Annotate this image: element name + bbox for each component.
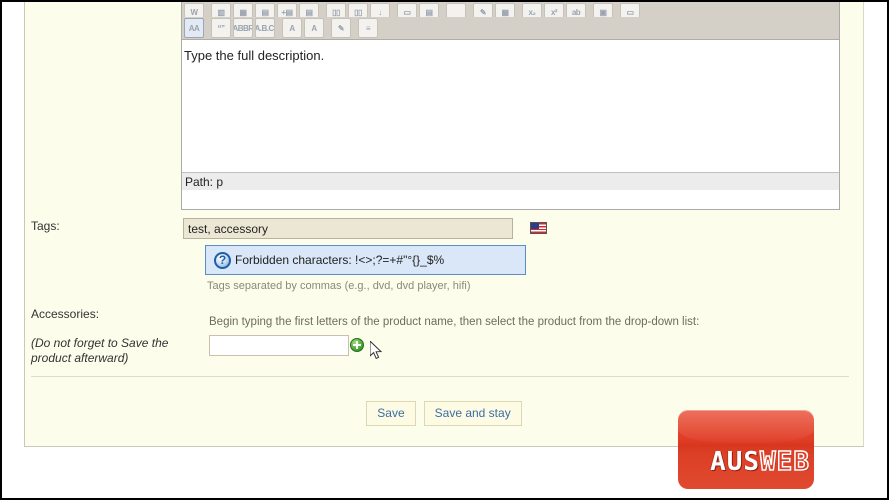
toolbar-button-glyph: ab <box>571 8 581 17</box>
toolbar-button-glyph: ▦ <box>501 8 509 17</box>
toolbar-button-glyph: ▤ <box>425 8 433 17</box>
toolbar-button-glyph: AA <box>188 23 200 33</box>
table-row-props-icon[interactable]: ▤ <box>419 2 439 17</box>
accessories-hint-text: Begin typing the first letters of the pr… <box>209 316 700 328</box>
blank-tool-icon[interactable] <box>446 2 466 17</box>
insert-table-icon[interactable]: ▥ <box>211 2 231 17</box>
toolbar-button-glyph: ▯▯ <box>332 8 340 17</box>
insert-column-icon[interactable]: ▯▯ <box>326 2 346 17</box>
toolbar-button-glyph: ABBR <box>233 23 253 33</box>
find-replace-icon[interactable]: ab <box>566 2 586 17</box>
toolbar-button-glyph: ▣ <box>599 8 607 17</box>
product-form-panel: W ▥ ▦ ▤ +▤ ▤ ▯▯ ▯▯ ↓ ▭ ▤ ✎ ▦ x₂ x² ab ▣ ▭ AA “” ABBR A.B.C. A… <box>24 2 864 447</box>
toolbar-button-glyph: ▭ <box>403 8 411 17</box>
subscript-icon[interactable]: x₂ <box>522 2 542 17</box>
toolbar-button-glyph: A.B.C. <box>255 23 275 33</box>
toolbar-button-glyph: ≡ <box>365 23 371 33</box>
page-frame: W ▥ ▦ ▤ +▤ ▤ ▯▯ ▯▯ ↓ ▭ ▤ ✎ ▦ x₂ x² ab ▣ ▭ AA “” ABBR A.B.C. A… <box>0 0 889 500</box>
insert-link-icon[interactable]: ✎ <box>473 2 493 17</box>
abbreviation-icon[interactable]: ABBR <box>233 18 253 38</box>
insert-row-before-icon[interactable]: +▤ <box>277 2 297 17</box>
toolbar-button-glyph: ↓ <box>378 8 382 17</box>
toolbar-button-glyph: ▤ <box>261 8 269 17</box>
logo-text-web: WEB <box>759 447 810 477</box>
blockquote-icon[interactable]: “” <box>211 18 231 38</box>
forbidden-characters-text: Forbidden characters: !<>;?=+#"°{}_$% <box>235 253 445 267</box>
ausweb-logo: AUSWEB <box>678 410 814 489</box>
mouse-cursor-pointer <box>370 341 383 360</box>
delete-row-icon[interactable]: ▤ <box>299 2 319 17</box>
editor-toolbar-row-2: AA “” ABBR A.B.C. A A ✎ ≡ <box>182 17 839 40</box>
ausweb-wordmark: AUSWEB <box>710 447 810 477</box>
superscript-icon[interactable]: x² <box>544 2 564 17</box>
delete-column-icon[interactable]: ▯▯ <box>348 2 368 17</box>
accessory-search-input[interactable] <box>209 335 349 356</box>
toolbar-button-glyph: x₂ <box>528 8 536 17</box>
toolbar-button-glyph: x² <box>550 8 558 17</box>
save-and-stay-button[interactable]: Save and stay <box>423 401 522 426</box>
toolbar-button-glyph: A <box>289 23 295 33</box>
rich-text-editor: W ▥ ▦ ▤ +▤ ▤ ▯▯ ▯▯ ↓ ▭ ▤ ✎ ▦ x₂ x² ab ▣ ▭ AA “” ABBR A.B.C. A… <box>181 2 840 210</box>
editor-content-area[interactable]: Type the full description. Path: p <box>182 40 839 190</box>
logo-text-aus: AUS <box>710 447 761 477</box>
editor-description-text: Type the full description. <box>184 48 325 63</box>
us-flag-icon[interactable] <box>530 222 547 234</box>
tags-label: Tags: <box>31 219 60 233</box>
edit-css-icon[interactable]: ✎ <box>331 18 351 38</box>
toolbar-button-glyph: ✎ <box>479 8 487 17</box>
toolbar-button-glyph: ▥ <box>217 8 225 17</box>
help-question-icon[interactable]: ? <box>214 251 231 269</box>
table-properties-icon[interactable]: ▦ <box>233 2 253 17</box>
insert-image-icon[interactable]: ▣ <box>593 2 613 17</box>
toolbar-button-glyph: +▤ <box>281 8 293 17</box>
accessories-label: Accessories: <box>31 307 100 321</box>
insert-text-icon[interactable]: A <box>304 18 324 38</box>
media-icon[interactable]: ▦ <box>495 2 515 17</box>
delete-text-icon[interactable]: A <box>282 18 302 38</box>
table-cell-icon[interactable]: ▤ <box>255 2 275 17</box>
toolbar-button-glyph: ▯▯ <box>354 8 362 17</box>
plus-circle-icon[interactable] <box>350 338 364 352</box>
citation-icon[interactable]: ≡ <box>358 18 378 38</box>
horizontal-rule-icon[interactable]: ▭ <box>620 2 640 17</box>
forbidden-characters-notice: ? Forbidden characters: !<>;?=+#"°{}_$% <box>205 245 526 275</box>
toolbar-button-glyph: ▤ <box>305 8 313 17</box>
toolbar-button-glyph: ▭ <box>626 8 634 17</box>
form-divider <box>31 376 849 377</box>
logo-gloss <box>678 410 814 444</box>
editor-path-status: Path: p <box>182 172 839 190</box>
split-cells-icon[interactable]: ↓ <box>370 2 390 17</box>
accessories-note-text: (Do not forget to Save the product after… <box>31 336 169 365</box>
toolbar-button-glyph: ▦ <box>239 8 247 17</box>
toolbar-button-glyph: “” <box>217 23 226 33</box>
merge-cells-icon[interactable]: ▭ <box>397 2 417 17</box>
acronym-icon[interactable]: A.B.C. <box>255 18 275 38</box>
paste-word-icon[interactable]: W <box>184 2 204 17</box>
save-button[interactable]: Save <box>366 401 416 426</box>
toolbar-button-glyph: ✎ <box>337 23 345 33</box>
editor-toolbar-row-1: W ▥ ▦ ▤ +▤ ▤ ▯▯ ▯▯ ↓ ▭ ▤ ✎ ▦ x₂ x² ab ▣ ▭ <box>182 2 839 17</box>
tags-input[interactable] <box>183 218 513 239</box>
toolbar-button-glyph: W <box>190 8 198 17</box>
flag-canton <box>531 223 539 229</box>
style-select-icon[interactable]: AA <box>184 18 204 38</box>
toolbar-button-glyph: A <box>311 23 317 33</box>
tags-hint-text: Tags separated by commas (e.g., dvd, dvd… <box>207 280 471 292</box>
